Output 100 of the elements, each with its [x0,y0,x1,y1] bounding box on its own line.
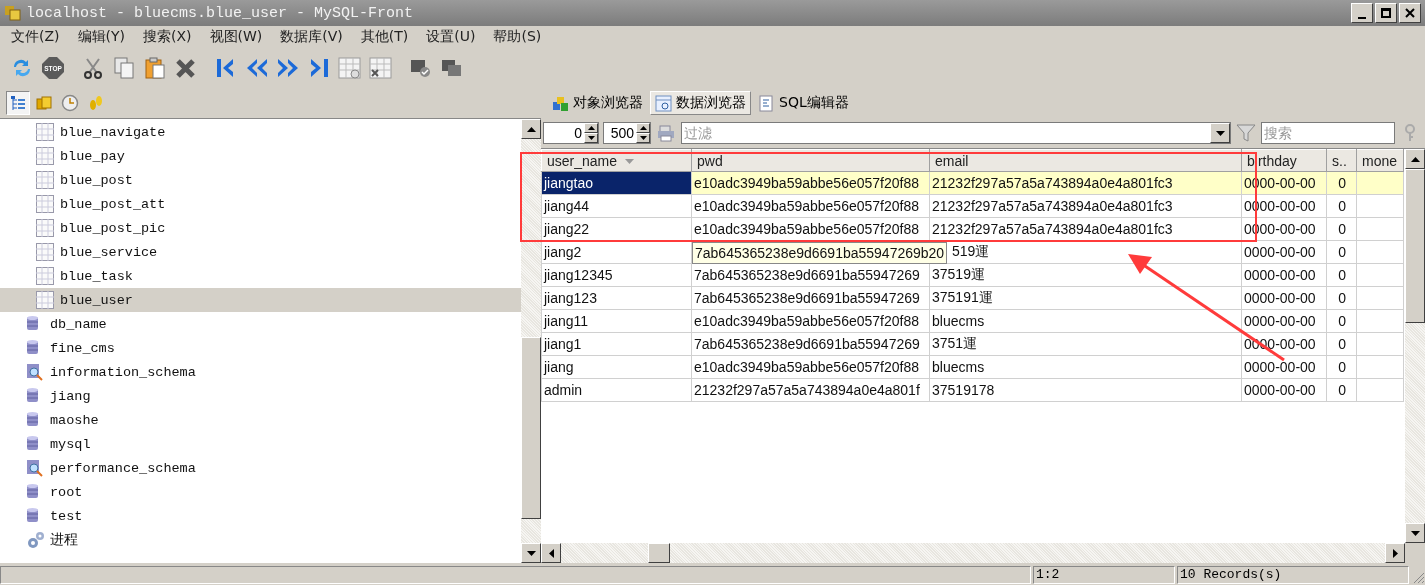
status-text: 1:2 [1033,566,1175,584]
tree-view-button[interactable] [6,91,30,115]
scroll-down-button[interactable] [1405,523,1425,543]
menu-item[interactable]: 搜索(X) [136,28,199,46]
table-cell: 21232f297a57a5a743894a0e4a801fc3 [929,194,1242,218]
scroll-up-button[interactable] [521,119,541,139]
blocks-icon [552,94,569,112]
clock-icon [61,94,79,112]
tree-item[interactable]: performance_schema [0,456,521,480]
table-row[interactable]: admin 21232f297a57a5a743894a0e4a801f 37519178 0000-00-00 0 [541,378,1404,402]
scrollbar[interactable] [541,543,1425,563]
number-field[interactable]: 0 [543,122,599,144]
tree-item[interactable]: test [0,504,521,528]
tree-item[interactable]: blue_user [0,288,521,312]
tree-item[interactable]: blue_service [0,240,521,264]
table-cell: 0 [1326,217,1357,241]
minimize-icon [1358,16,1366,19]
menu-item[interactable]: 数据库(V) [273,28,350,46]
scrollbar[interactable] [521,119,541,563]
tree-view-icon [9,94,27,112]
tab[interactable]: 数据浏览器 [650,91,751,115]
column-header[interactable]: s.. [1326,149,1357,172]
dropdown-button[interactable] [1210,123,1230,143]
tree-item[interactable]: blue_post [0,168,521,192]
up-triangle-icon [526,126,536,132]
search-field[interactable]: 搜索 [1261,122,1395,144]
table-cell: bluecms [929,309,1242,333]
add-row-icon [338,56,362,80]
table-cell: 0000-00-00 [1241,309,1327,333]
menu-item[interactable]: 视图(W) [202,28,270,46]
minimize-button[interactable] [1351,3,1373,23]
column-header[interactable]: email [929,149,1242,172]
menu-item[interactable]: 文件(Z) [4,28,67,46]
table-cell: 3751運 [929,332,1242,356]
tree-item[interactable]: maoshe [0,408,521,432]
spin-up-button[interactable] [636,123,650,133]
delete-row-icon [369,56,393,80]
column-header[interactable]: user_name [541,149,692,172]
table-cell: 0 [1326,263,1357,287]
menu-item[interactable]: 帮助(S) [486,28,549,46]
table-row[interactable]: jiang e10adc3949ba59abbe56e057f20f88 bluecms 0000-00-00 0 [541,355,1404,379]
spin-up-button[interactable] [584,123,598,133]
tree-item[interactable]: blue_pay [0,144,521,168]
table-cell: e10adc3949ba59abbe56e057f20f88 [691,217,930,241]
close-button[interactable] [1399,3,1421,23]
table-icon [36,195,54,213]
tree-item[interactable]: 进程 [0,528,521,552]
printer-button[interactable] [655,122,677,144]
table-cell: 0 [1326,355,1357,379]
clipboard-icon [143,56,167,80]
left-triangle-icon [548,548,554,558]
table-cell: 0 [1326,240,1357,264]
tree-item[interactable]: jiang [0,384,521,408]
spin-down-button[interactable] [584,133,598,143]
table-row[interactable]: jiang123 7ab645365238e9d6691ba55947269 375191運 0000-00-00 0 [541,286,1404,310]
maximize-button[interactable] [1375,3,1397,23]
table-icon [36,171,54,189]
column-header[interactable]: mone [1356,149,1404,172]
menu-item[interactable]: 编辑(Y) [70,28,132,46]
table-row[interactable]: jiang2 7ab645365238e9d6691ba55947269b20 519運 0000-00-00 0 [541,240,1404,264]
scroll-right-button[interactable] [1385,543,1405,563]
table-icon [36,219,54,237]
table-cell: e10adc3949ba59abbe56e057f20f88 [691,309,930,333]
table-cell: 0 [1326,286,1357,310]
column-header[interactable]: pwd [691,149,930,172]
tab[interactable]: SQL编辑器 [753,91,854,115]
menu-item[interactable]: 设置(U) [419,28,483,46]
tree-item[interactable]: db_name [0,312,521,336]
delete-row-button[interactable] [367,54,395,82]
table-row[interactable]: jiang11 e10adc3949ba59abbe56e057f20f88 bluecms 0000-00-00 0 [541,309,1404,333]
scrollbar[interactable] [1405,149,1425,543]
number-field[interactable]: 500 [603,122,651,144]
tree-item[interactable]: blue_navigate [0,120,521,144]
down-triangle-icon [526,550,536,556]
gears-icon [26,531,44,549]
tree-item[interactable]: blue_post_att [0,192,521,216]
tree-item[interactable]: fine_cms [0,336,521,360]
table-cell: e10adc3949ba59abbe56e057f20f88 [691,194,930,218]
tree-item[interactable]: blue_post_pic [0,216,521,240]
scroll-thumb[interactable] [648,543,670,563]
down-triangle-icon [639,136,647,140]
tab[interactable]: 对象浏览器 [547,91,648,115]
spin-down-button[interactable] [636,133,650,143]
table-cell: jiang1 [541,332,692,356]
tree-item[interactable]: information_schema [0,360,521,384]
tree-item[interactable]: blue_task [0,264,521,288]
menu-item[interactable]: 其他(T) [353,28,416,46]
next-icon [276,56,300,80]
table-cell: jiangtao [541,171,692,195]
tree-item[interactable]: root [0,480,521,504]
table-row[interactable]: jiang12345 7ab645365238e9d6691ba55947269 37519運 0000-00-00 0 [541,263,1404,287]
scroll-thumb[interactable] [1405,169,1425,323]
table-cell: jiang [541,355,692,379]
scroll-down-button[interactable] [521,543,541,563]
scroll-thumb[interactable] [521,337,541,519]
app-icon [4,4,22,22]
cell-hint: 7ab645365238e9d6691ba55947269b20 [692,242,948,264]
scroll-left-button[interactable] [541,543,561,563]
tree-item[interactable]: mysql [0,432,521,456]
scroll-up-button[interactable] [1405,149,1425,169]
